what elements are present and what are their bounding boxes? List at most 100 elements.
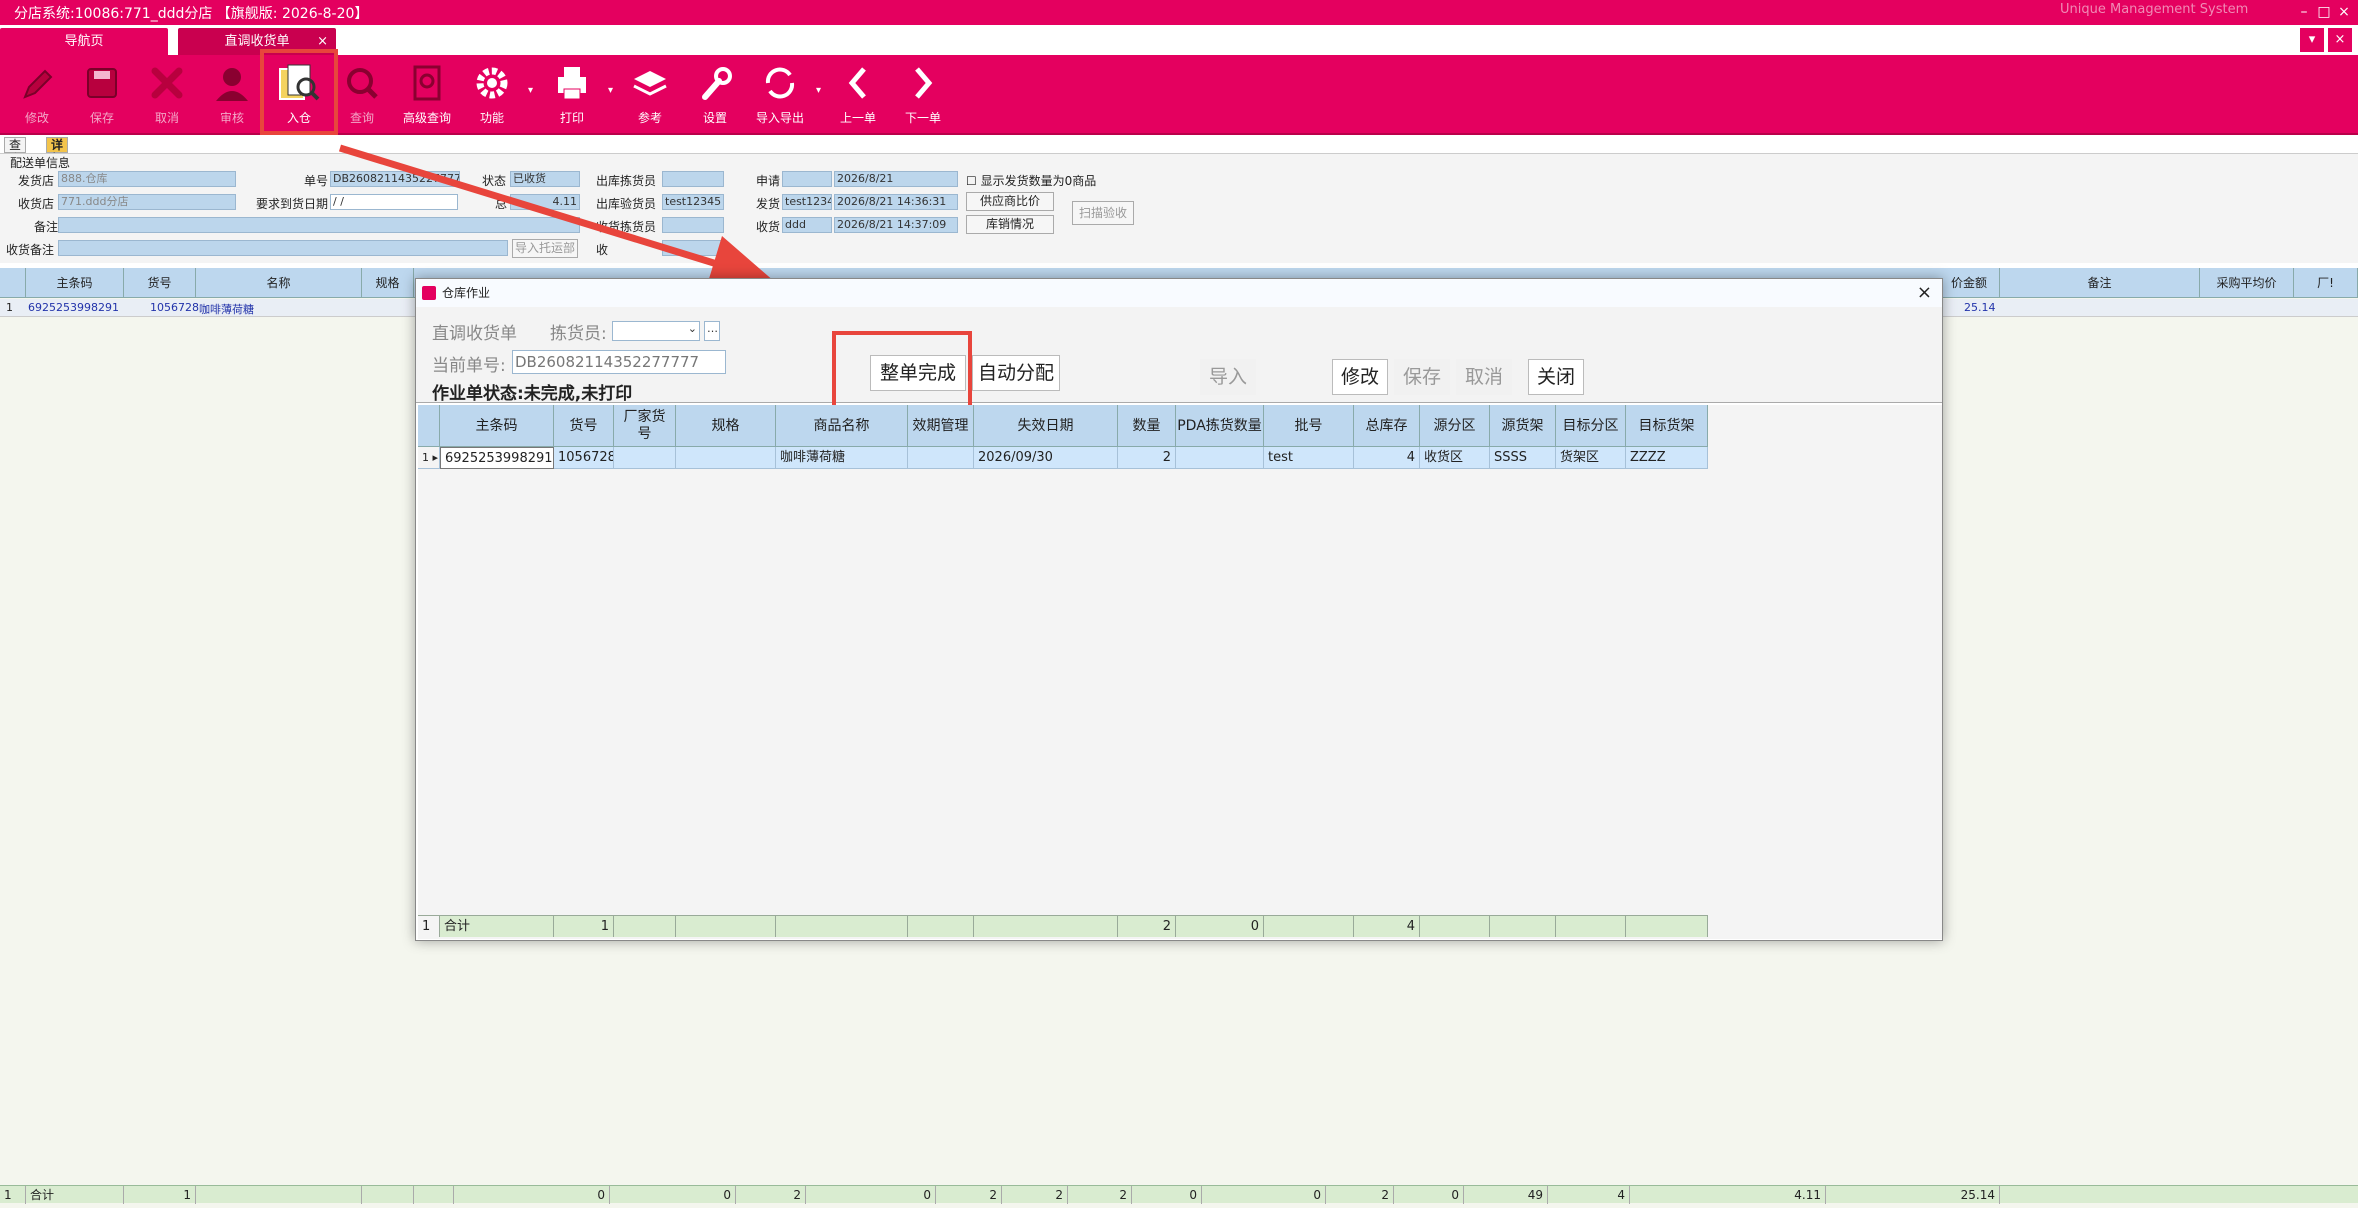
close-button[interactable]: 关闭 bbox=[1528, 359, 1584, 395]
supplier-compare-button[interactable]: 供应商比价 bbox=[966, 192, 1054, 211]
cell-item-no[interactable]: 1056728 bbox=[150, 301, 199, 314]
recv-remark-label: 收货备注 bbox=[6, 243, 55, 257]
import-button[interactable]: 导入 bbox=[1200, 359, 1256, 395]
recv-remark-field[interactable] bbox=[58, 240, 508, 256]
tab-list-button[interactable]: ▾ bbox=[2300, 28, 2324, 52]
dcell-src-shelf[interactable]: SSSS bbox=[1490, 447, 1556, 469]
dcell-expiry-date[interactable]: 2026/09/30 bbox=[974, 447, 1118, 469]
import-export-button[interactable]: 导入导出 bbox=[748, 59, 812, 131]
picker-select[interactable]: ⌄ bbox=[612, 321, 700, 341]
col-item-no[interactable]: 货号 bbox=[124, 268, 196, 298]
dcol-pda-qty[interactable]: PDA拣货数量 bbox=[1176, 405, 1264, 447]
dcell-vendor-no[interactable] bbox=[614, 447, 676, 469]
dcol-src-zone[interactable]: 源分区 bbox=[1420, 405, 1490, 447]
out-checker-field[interactable]: test12345 bbox=[662, 194, 724, 210]
warehouse-in-button[interactable]: 入仓 bbox=[260, 49, 338, 135]
tab-close-all-button[interactable]: × bbox=[2328, 28, 2352, 52]
footer-value: 2 bbox=[1002, 1186, 1068, 1204]
edit-button[interactable]: 修改 bbox=[5, 59, 69, 131]
approve-button[interactable]: 审核 bbox=[200, 59, 264, 131]
col-barcode[interactable]: 主条码 bbox=[26, 268, 124, 298]
dcol-batch[interactable]: 批号 bbox=[1264, 405, 1354, 447]
import-carrier-button[interactable]: 导入托运部 bbox=[512, 239, 578, 258]
dcell-dst-shelf[interactable]: ZZZZ bbox=[1626, 447, 1708, 469]
advanced-search-button[interactable]: 高级查询 bbox=[395, 59, 459, 131]
dcell-qty[interactable]: 2 bbox=[1118, 447, 1176, 469]
dcell-expiry-mgmt[interactable] bbox=[908, 447, 974, 469]
col-remark[interactable]: 备注 bbox=[2000, 268, 2200, 298]
dcell-batch[interactable]: test bbox=[1264, 447, 1354, 469]
dialog-close-icon[interactable]: × bbox=[1917, 279, 1932, 307]
scan-check-button[interactable]: 扫描验收 bbox=[1072, 201, 1134, 225]
cancel-button[interactable]: 取消 bbox=[1456, 359, 1512, 395]
col-name[interactable]: 名称 bbox=[196, 268, 362, 298]
status-label: 状态 bbox=[482, 174, 507, 188]
remark-field[interactable] bbox=[58, 217, 580, 233]
subtab-query[interactable]: 查询 bbox=[4, 137, 27, 166]
show-zero-checkbox[interactable]: ☐ 显示发货数量为0商品 bbox=[966, 172, 1096, 189]
cell-amount[interactable]: 25.14 bbox=[1964, 301, 1996, 314]
send-store-field[interactable]: 888.仓库 bbox=[58, 171, 236, 187]
dialog-title: 仓库作业 bbox=[442, 286, 491, 300]
next-order-button[interactable]: 下一单 bbox=[891, 59, 955, 131]
reference-button[interactable]: 参考 bbox=[618, 59, 682, 131]
dcol-dst-zone[interactable]: 目标分区 bbox=[1556, 405, 1626, 447]
recv-checker-field[interactable] bbox=[662, 240, 724, 256]
dcell-pda-qty[interactable] bbox=[1176, 447, 1264, 469]
col-spec[interactable]: 规格 bbox=[362, 268, 414, 298]
save-button[interactable]: 保存 bbox=[70, 59, 134, 131]
edit-button[interactable]: 修改 bbox=[1332, 359, 1388, 395]
dcell-src-zone[interactable]: 收货区 bbox=[1420, 447, 1490, 469]
print-dropdown-icon[interactable]: ▾ bbox=[608, 85, 613, 96]
function-dropdown-icon[interactable]: ▾ bbox=[528, 85, 533, 96]
recv-store-field[interactable]: 771.ddd分店 bbox=[58, 194, 236, 210]
dcol-src-shelf[interactable]: 源货架 bbox=[1490, 405, 1556, 447]
query-button[interactable]: 查询 bbox=[330, 59, 394, 131]
dcell-dst-zone[interactable]: 货架区 bbox=[1556, 447, 1626, 469]
subtab-details[interactable]: 详细资料 bbox=[46, 137, 69, 194]
dcol-spec[interactable]: 规格 bbox=[676, 405, 776, 447]
cancel-button[interactable]: 取消 bbox=[135, 59, 199, 131]
footer-value: 0 bbox=[1132, 1186, 1202, 1204]
auto-assign-button[interactable]: 自动分配 bbox=[972, 355, 1060, 391]
window-close-button[interactable]: × bbox=[2334, 2, 2354, 22]
dcol-dst-shelf[interactable]: 目标货架 bbox=[1626, 405, 1708, 447]
dcell-barcode[interactable]: 6925253998291 bbox=[440, 447, 554, 469]
tab-navigation[interactable]: 导航页 bbox=[0, 28, 168, 55]
dcol-expiry-mgmt[interactable]: 效期管理 bbox=[908, 405, 974, 447]
out-picker-field[interactable] bbox=[662, 171, 724, 187]
amount-field: 4.11 bbox=[510, 194, 580, 210]
col-vendor[interactable]: 厂! bbox=[2294, 268, 2358, 298]
cell-name[interactable]: 咖啡薄荷糖 bbox=[199, 301, 254, 317]
dcell-total-stock[interactable]: 4 bbox=[1354, 447, 1420, 469]
order-no-field[interactable]: DB26082114352277777 bbox=[330, 171, 460, 187]
dcol-vendor-no[interactable]: 厂家货号 bbox=[614, 405, 676, 447]
recv-picker-field[interactable] bbox=[662, 217, 724, 233]
dcell-item-no[interactable]: 1056728 bbox=[554, 447, 614, 469]
dcol-total-stock[interactable]: 总库存 bbox=[1354, 405, 1420, 447]
footer-value: 1 bbox=[124, 1186, 196, 1204]
previous-order-button[interactable]: 上一单 bbox=[826, 59, 890, 131]
minimize-button[interactable]: – bbox=[2294, 2, 2314, 22]
stock-sales-button[interactable]: 库销情况 bbox=[966, 215, 1054, 234]
picker-more-button[interactable]: … bbox=[704, 321, 720, 341]
dcol-item-no[interactable]: 货号 bbox=[554, 405, 614, 447]
dialog-row-corner bbox=[418, 405, 440, 447]
dcol-qty[interactable]: 数量 bbox=[1118, 405, 1176, 447]
dcol-expiry-date[interactable]: 失效日期 bbox=[974, 405, 1118, 447]
dcell-name[interactable]: 咖啡薄荷糖 bbox=[776, 447, 908, 469]
maximize-button[interactable]: □ bbox=[2314, 2, 2334, 22]
cell-barcode[interactable]: 6925253998291 bbox=[28, 301, 119, 314]
print-button[interactable]: 打印 bbox=[540, 59, 604, 131]
save-button[interactable]: 保存 bbox=[1394, 359, 1450, 395]
col-avg-price[interactable]: 采购平均价 bbox=[2200, 268, 2294, 298]
settings-button[interactable]: 设置 bbox=[683, 59, 747, 131]
complete-all-button[interactable]: 整单完成 bbox=[870, 355, 966, 391]
req-date-field[interactable]: / / bbox=[330, 194, 458, 210]
import-export-dropdown-icon[interactable]: ▾ bbox=[816, 85, 821, 96]
function-button[interactable]: 功能 bbox=[460, 59, 524, 131]
section-title: 配送单信息 bbox=[10, 156, 71, 170]
dcol-barcode[interactable]: 主条码 bbox=[440, 405, 554, 447]
dcol-name[interactable]: 商品名称 bbox=[776, 405, 908, 447]
dcell-spec[interactable] bbox=[676, 447, 776, 469]
